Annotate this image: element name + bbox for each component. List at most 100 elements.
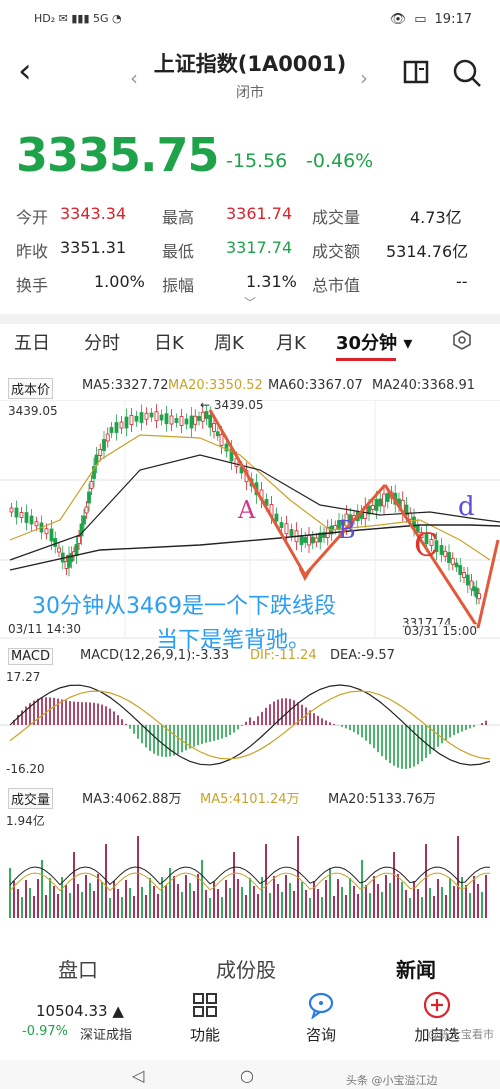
candle	[57, 547, 61, 553]
chart-date-right: 03/31 15:00	[404, 624, 477, 638]
network-status-icons: HD₂ ✉ ▮▮▮ 5G ◔	[34, 12, 122, 25]
consult-label: 咨询	[305, 1026, 336, 1044]
settings-icon[interactable]	[452, 330, 472, 355]
volume-top-label: 1.94亿	[6, 812, 45, 829]
candle	[370, 505, 375, 510]
status-bar: HD₂ ✉ ▮▮▮ 5G ◔ 👁 ▭ 19:17	[0, 0, 500, 40]
stat-label: 总市值	[312, 276, 361, 295]
book-icon[interactable]	[402, 58, 430, 90]
candle	[408, 512, 413, 520]
candle	[77, 536, 81, 544]
annotation-d: d	[458, 492, 475, 522]
candle	[447, 552, 451, 563]
candle	[378, 498, 383, 507]
candle	[19, 512, 24, 518]
tab-weekly-k[interactable]: 周K	[214, 329, 244, 355]
eye-icon: 👁	[389, 12, 407, 27]
candle	[310, 536, 315, 544]
volume-svg	[9, 836, 491, 918]
tab-news[interactable]: 新闻	[396, 954, 436, 983]
candle	[49, 528, 54, 542]
tab-30min[interactable]: 30分钟 ▾	[336, 329, 412, 355]
related-index-value[interactable]: 10504.33 ▲	[36, 1002, 124, 1020]
ma5-value: MA5:3327.72	[82, 378, 169, 393]
candle	[212, 423, 216, 432]
candle	[105, 433, 110, 442]
tab-order-book[interactable]: 盘口	[58, 954, 98, 983]
candle	[14, 507, 19, 518]
stat-open: 3343.34	[60, 204, 127, 223]
macd-value: MACD(12,26,9,1):-3.33	[80, 648, 230, 663]
candle	[169, 415, 174, 425]
stat-amplitude: 1.31%	[246, 272, 297, 291]
candle	[9, 507, 14, 513]
search-icon[interactable]	[452, 58, 482, 92]
annotation-c: C	[414, 526, 439, 564]
candle	[204, 411, 209, 419]
tab-constituents[interactable]: 成份股	[216, 954, 276, 983]
candle	[114, 422, 119, 433]
active-tab-indicator	[336, 358, 396, 361]
stat-low: 3317.74	[226, 238, 293, 257]
stat-market-cap: --	[456, 272, 468, 291]
nav-home-icon[interactable]: ○	[240, 1066, 254, 1085]
tab-five-day[interactable]: 五日	[14, 329, 50, 355]
stat-turnover: 1.00%	[94, 272, 145, 291]
tab-intraday[interactable]: 分时	[84, 329, 120, 355]
candle	[458, 565, 463, 575]
stat-label: 最低	[162, 242, 195, 261]
candle	[197, 416, 201, 421]
candle	[82, 515, 86, 525]
stat-row: 今开 3343.34 最高 3361.74 成交量 4.73亿	[16, 200, 486, 234]
volume-chart[interactable]: 1.94亿	[0, 810, 500, 920]
expand-chevron-icon[interactable]: ﹀	[244, 294, 256, 311]
candle	[149, 412, 154, 418]
stat-high: 3361.74	[226, 204, 293, 223]
chart-high-label: 3439.05	[8, 404, 58, 418]
tab-monthly-k[interactable]: 月K	[276, 329, 306, 355]
candle	[84, 506, 89, 514]
candle	[208, 414, 213, 428]
nav-back-icon[interactable]: ◁	[132, 1066, 144, 1085]
tab-daily-k[interactable]: 日K	[154, 329, 184, 355]
candle	[382, 493, 386, 507]
consult-button[interactable]: 咨询	[286, 990, 356, 1045]
macd-selector[interactable]: MACD	[8, 648, 53, 665]
candle	[144, 412, 149, 420]
stat-label: 今开	[16, 208, 49, 227]
last-price: 3335.75	[16, 128, 220, 182]
candle	[189, 415, 194, 429]
indicator-selector[interactable]: 成本价	[8, 378, 54, 399]
vol-ma20-value: MA20:5133.76万	[328, 792, 436, 807]
status-icons: HD₂ ✉ ▮▮▮ 5G ◔	[34, 12, 122, 25]
macd-bottom-label: -16.20	[6, 762, 45, 776]
status-time: 19:17	[434, 12, 472, 27]
ma60-value: MA60:3367.07	[268, 378, 363, 393]
annotation-text-1: 30分钟从3469是一个下跌线段	[32, 594, 336, 619]
candle	[462, 572, 466, 578]
ma240-value: MA240:3368.91	[372, 378, 476, 393]
related-index-name: 深证成指	[80, 1028, 133, 1043]
footer-bar: 10504.33 ▲ -0.97% 深证成指 功能 咨询 加自选	[0, 988, 500, 1058]
candle	[284, 523, 289, 535]
function-button[interactable]: 功能	[170, 990, 240, 1045]
candle	[443, 550, 448, 557]
candle	[215, 431, 220, 437]
candle	[450, 557, 455, 565]
candle	[34, 521, 39, 527]
grid-icon	[170, 990, 240, 1020]
dif-value: DIF:-11.24	[250, 648, 317, 663]
annotation-a: A	[238, 496, 256, 524]
macd-chart[interactable]: 17.27 -16.20	[0, 670, 500, 780]
annotation-segment-a	[208, 409, 307, 576]
watermark: @陈大宝看市	[428, 1028, 494, 1041]
watermark-secondary: 头条 @小宝溢江边	[346, 1074, 438, 1087]
volume-selector[interactable]: 成交量	[8, 788, 54, 809]
candle	[129, 415, 134, 425]
related-index-change: -0.97%	[22, 1024, 68, 1039]
annotation-segment-d	[476, 539, 500, 629]
candle	[454, 562, 459, 568]
stat-label: 昨收	[16, 242, 49, 261]
candle	[119, 421, 124, 429]
candle	[465, 574, 470, 586]
